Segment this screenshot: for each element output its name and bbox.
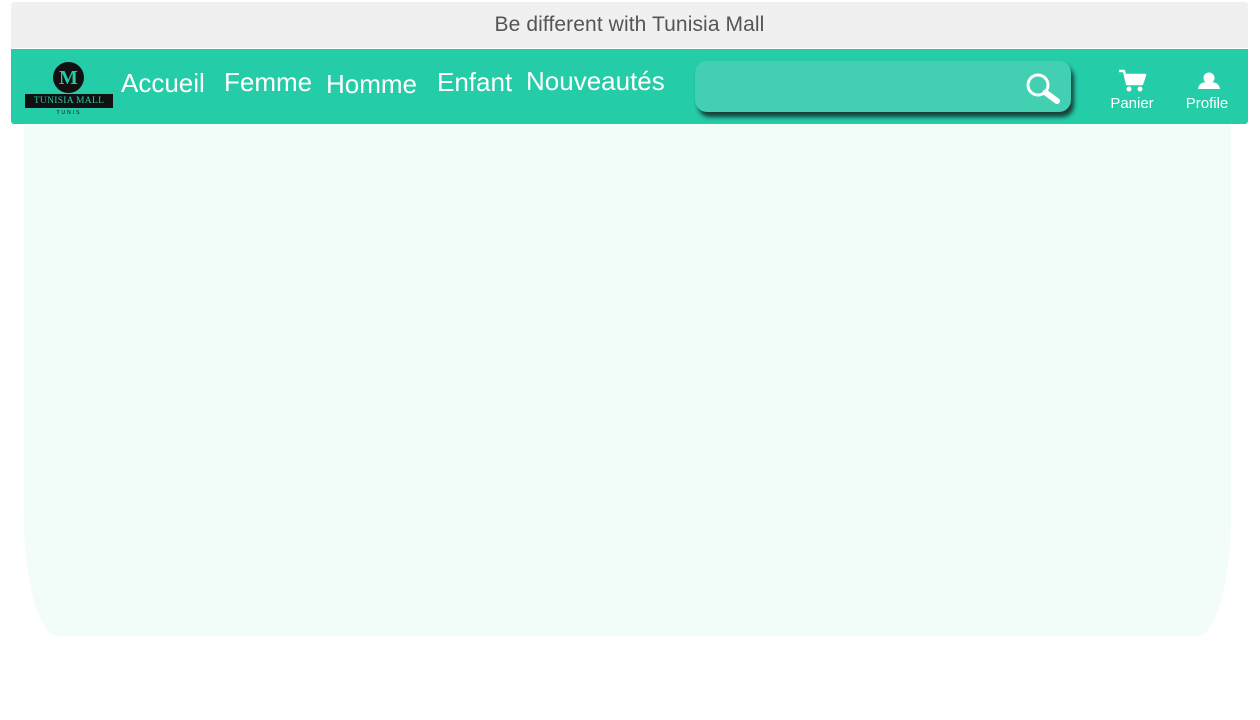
search-icon[interactable]	[1025, 72, 1061, 104]
logo-wordmark: TUNISIA MALL	[25, 94, 113, 108]
user-icon	[1179, 69, 1235, 93]
nav-link-femme[interactable]: Femme	[224, 67, 312, 97]
logo-city: TUNIS	[56, 110, 82, 116]
main-navigation: M TUNISIA MALL TUNIS Accueil Femme Homme…	[11, 49, 1248, 124]
nav-link-accueil[interactable]: Accueil	[121, 68, 205, 98]
cart-label: Panier	[1110, 95, 1154, 112]
nav-link-enfant[interactable]: Enfant	[437, 67, 512, 97]
cart-button[interactable]: Panier	[1104, 69, 1160, 115]
tunisia-mall-logo[interactable]: M TUNISIA MALL TUNIS	[25, 62, 113, 120]
promo-bar: Be different with Tunisia Mall	[11, 2, 1248, 48]
shopping-cart-icon	[1104, 69, 1160, 93]
main-content-area	[24, 124, 1231, 636]
profile-label: Profile	[1185, 95, 1229, 112]
profile-button[interactable]: Profile	[1179, 69, 1235, 115]
search-bar	[695, 61, 1071, 112]
search-input[interactable]	[707, 69, 1007, 103]
nav-link-homme[interactable]: Homme	[326, 69, 417, 99]
promo-text: Be different with Tunisia Mall	[494, 13, 765, 36]
logo-monogram: M	[59, 67, 78, 89]
nav-link-nouveautes[interactable]: Nouveautés	[526, 66, 665, 96]
